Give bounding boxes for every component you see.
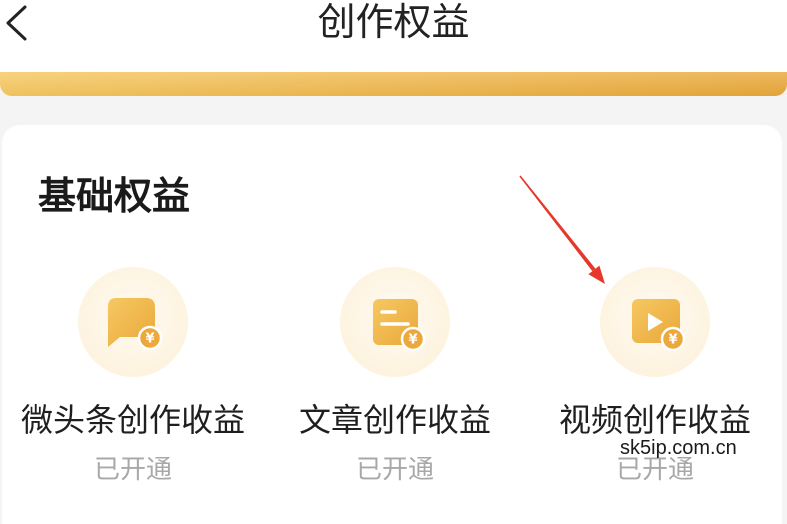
benefit-label: 微头条创作收益 <box>20 401 245 439</box>
section-title: 基础权益 <box>38 174 191 218</box>
chevron-left-icon <box>6 5 27 41</box>
chat-bubble-yen-icon: ¥ <box>108 298 163 351</box>
top-nav-bar: 创作权益 <box>0 0 787 72</box>
benefit-label: 视频创作收益 <box>558 401 751 439</box>
yen-coin-icon: ¥ <box>660 326 686 352</box>
benefit-status: 已开通 <box>93 455 172 485</box>
coin-symbol: ¥ <box>668 333 677 348</box>
document-yen-icon: ¥ <box>373 299 426 352</box>
yen-coin-icon: ¥ <box>137 325 163 351</box>
coin-symbol: ¥ <box>145 332 154 347</box>
benefit-item-weitoutiao[interactable]: ¥ 微头条创作收益 已开通 <box>3 267 263 488</box>
video-yen-icon: ¥ <box>632 299 686 352</box>
benefit-item-article[interactable]: ¥ 文章创作收益 已开通 <box>265 267 525 488</box>
gold-banner-strip <box>0 72 787 96</box>
benefit-label: 文章创作收益 <box>298 401 491 439</box>
page-title: 创作权益 <box>317 0 470 44</box>
icon-badge: ¥ <box>600 267 710 377</box>
coin-symbol: ¥ <box>408 333 417 348</box>
icon-badge: ¥ <box>340 267 450 377</box>
creator-benefits-screen: 创作权益 基础权益 ¥ 微头条创作收益 已开通 ¥ 文章创作收益 已开通 ¥ 视… <box>0 0 787 524</box>
yen-coin-icon: ¥ <box>400 326 426 352</box>
benefit-status: 已开通 <box>355 455 434 485</box>
icon-badge: ¥ <box>78 267 188 377</box>
back-button[interactable] <box>0 0 44 48</box>
watermark-text: sk5ip.com.cn <box>620 437 737 459</box>
